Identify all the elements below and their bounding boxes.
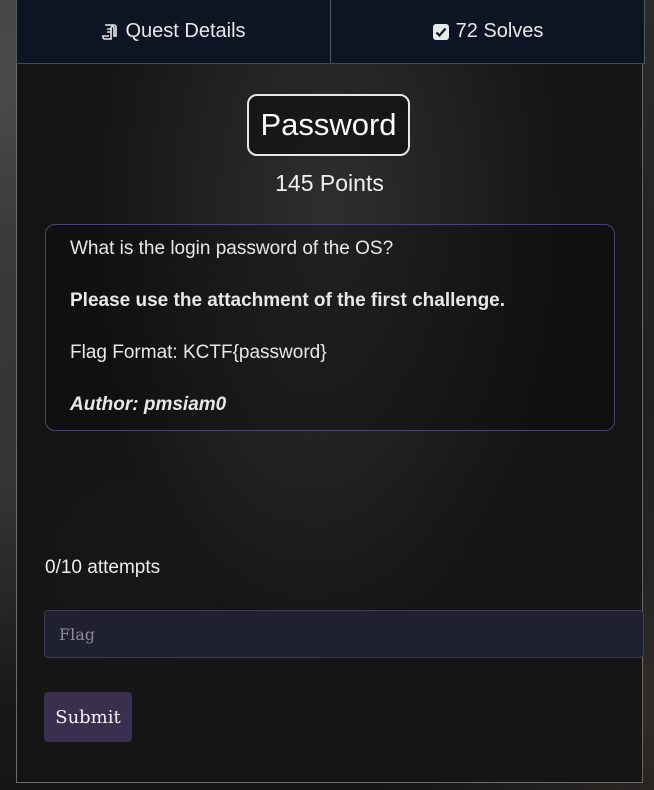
description-flag-format: Flag Format: KCTF{password} xyxy=(70,342,327,363)
description-author: Author: pmsiam0 xyxy=(70,394,227,415)
challenge-panel: Password 145 Points What is the login pa… xyxy=(16,64,644,783)
submit-button[interactable]: Submit xyxy=(44,692,132,742)
description-note: Please use the attachment of the first c… xyxy=(70,290,506,311)
attempts-counter: 0/10 attempts xyxy=(45,557,161,578)
challenge-tabs: Quest Details 72 Solves xyxy=(16,0,645,64)
tab-solves[interactable]: 72 Solves xyxy=(330,0,644,64)
challenge-points: 145 Points xyxy=(275,170,384,196)
tab-quest-details[interactable]: Quest Details xyxy=(17,0,330,64)
tab-quest-details-label: Quest Details xyxy=(125,20,246,42)
scroll-icon xyxy=(101,23,119,41)
challenge-description: What is the login password of the OS? Pl… xyxy=(45,224,615,431)
checkbox-icon xyxy=(432,23,450,41)
flag-input[interactable] xyxy=(44,610,644,658)
description-question: What is the login password of the OS? xyxy=(70,238,394,259)
challenge-title: Password xyxy=(247,94,410,156)
tab-solves-label: 72 Solves xyxy=(455,20,544,42)
